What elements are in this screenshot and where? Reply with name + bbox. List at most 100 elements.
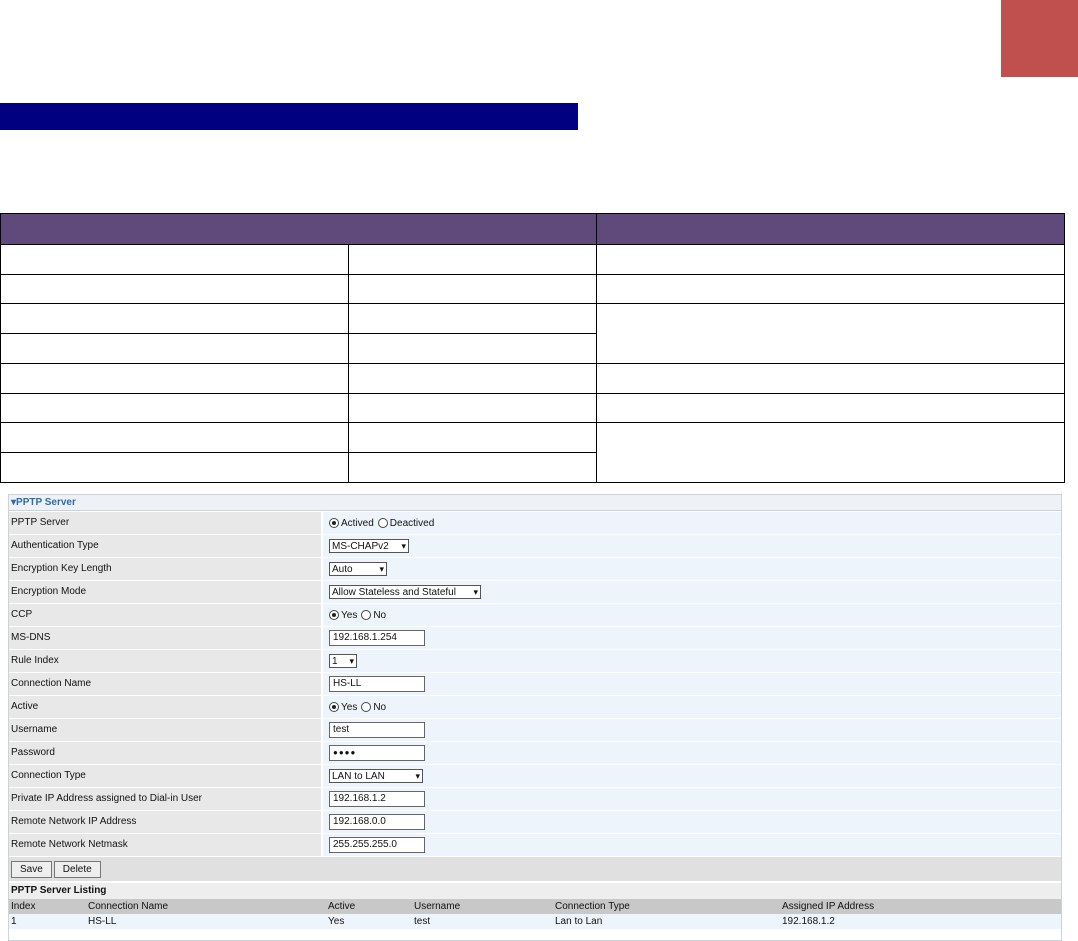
column-header: Connection Name (86, 899, 326, 914)
row-label: Username (9, 719, 321, 741)
username-input[interactable]: test (329, 722, 425, 738)
row-label: Active (9, 696, 321, 718)
form-row-encryption-key-length: Encryption Key Length Auto ▾ (9, 558, 1061, 580)
row-label: PPTP Server (9, 512, 321, 534)
form-row-username: Username test (9, 719, 1061, 741)
select-value: LAN to LAN (332, 770, 385, 782)
ccp-yes-radio[interactable] (329, 610, 339, 620)
form-row-encryption-mode: Encryption Mode Allow Stateless and Stat… (9, 581, 1061, 603)
password-input[interactable]: ●●●● (329, 745, 425, 761)
deactived-radio[interactable] (377, 518, 388, 528)
pptp-server-listing-table: Index Connection Name Active Username Co… (9, 899, 1061, 929)
row-value: 255.255.255.0 (323, 834, 1061, 856)
encryption-mode-select[interactable]: Allow Stateless and Stateful ▾ (329, 585, 481, 599)
column-header: Index (9, 899, 86, 914)
document-table-row (0, 422, 1065, 483)
form-row-pptp-server: PPTP Server Actived Deactived (9, 512, 1061, 534)
form-row-password: Password ●●●● (9, 742, 1061, 764)
document-table-row (0, 243, 1065, 275)
row-label: Encryption Key Length (9, 558, 321, 580)
row-value: 192.168.1.254 (323, 627, 1061, 649)
pptp-server-panel: ▾PPTP Server PPTP Server Actived Deactiv… (8, 494, 1062, 941)
select-value: 1 (332, 655, 338, 667)
select-value: Auto (332, 563, 353, 575)
active-yes-radio[interactable] (329, 702, 339, 712)
authentication-type-select[interactable]: MS-CHAPv2 ▾ (329, 539, 409, 553)
row-value: MS-CHAPv2 ▾ (323, 535, 1061, 557)
rule-index-select[interactable]: 1 ▾ (329, 654, 357, 668)
row-value: 192.168.1.2 (323, 788, 1061, 810)
private-ip-input[interactable]: 192.168.1.2 (329, 791, 425, 807)
row-label: Password (9, 742, 321, 764)
column-header: Assigned IP Address (780, 899, 1061, 914)
remote-network-ip-input[interactable]: 192.168.0.0 (329, 814, 425, 830)
form-row-ccp: CCP Yes No (9, 604, 1061, 626)
radio-label: Yes (341, 609, 358, 621)
row-value: Yes No (323, 604, 1061, 626)
document-table (0, 213, 1065, 483)
row-label: MS-DNS (9, 627, 321, 649)
row-value: LAN to LAN ▾ (323, 765, 1061, 787)
connection-type-select[interactable]: LAN to LAN ▾ (329, 769, 423, 783)
row-label: Authentication Type (9, 535, 321, 557)
document-table-row (0, 303, 1065, 364)
row-label: Remote Network Netmask (9, 834, 321, 856)
form-row-connection-type: Connection Type LAN to LAN ▾ (9, 765, 1061, 787)
page-corner-tab (1001, 0, 1078, 77)
table-cell: 1 (9, 914, 86, 929)
connection-name-input[interactable]: HS-LL (329, 676, 425, 692)
chevron-down-icon: ▾ (415, 770, 420, 781)
row-value: 1 ▾ (323, 650, 1061, 672)
row-value: 192.168.0.0 (323, 811, 1061, 833)
radio-label: Deactived (389, 517, 435, 529)
row-value: ●●●● (323, 742, 1061, 764)
row-label: Remote Network IP Address (9, 811, 321, 833)
row-value: Allow Stateless and Stateful ▾ (323, 581, 1061, 603)
ccp-no-radio[interactable] (361, 610, 372, 620)
radio-label: No (373, 701, 387, 713)
encryption-key-length-select[interactable]: Auto ▾ (329, 562, 387, 576)
table-cell: HS-LL (86, 914, 326, 929)
listing-title: PPTP Server Listing (9, 883, 1061, 899)
delete-button[interactable]: Delete (53, 860, 101, 878)
row-label: Private IP Address assigned to Dial-in U… (9, 788, 321, 810)
panel-title[interactable]: ▾PPTP Server (9, 495, 1061, 511)
form-row-ms-dns: MS-DNS 192.168.1.254 (9, 627, 1061, 649)
actived-radio[interactable] (329, 518, 339, 528)
radio-label: Yes (341, 701, 358, 713)
active-no-radio[interactable] (361, 702, 372, 712)
ms-dns-input[interactable]: 192.168.1.254 (329, 630, 425, 646)
table-cell: Lan to Lan (553, 914, 780, 929)
form-row-authentication-type: Authentication Type MS-CHAPv2 ▾ (9, 535, 1061, 557)
document-table-row (0, 273, 1065, 305)
table-cell: Yes (326, 914, 412, 929)
chevron-down-icon: ▾ (379, 563, 384, 574)
form-row-remote-network-ip: Remote Network IP Address 192.168.0.0 (9, 811, 1061, 833)
row-value: Yes No (323, 696, 1061, 718)
remote-network-netmask-input[interactable]: 255.255.255.0 (329, 837, 425, 853)
table-cell: 192.168.1.2 (780, 914, 1061, 929)
radio-label: No (373, 609, 387, 621)
select-value: MS-CHAPv2 (332, 540, 389, 552)
row-value: HS-LL (323, 673, 1061, 695)
form-row-connection-name: Connection Name HS-LL (9, 673, 1061, 695)
row-label: Rule Index (9, 650, 321, 672)
row-value: Actived Deactived (323, 512, 1061, 534)
row-label: CCP (9, 604, 321, 626)
column-header: Active (326, 899, 412, 914)
select-value: Allow Stateless and Stateful (332, 586, 456, 598)
table-cell: test (412, 914, 553, 929)
section-heading-bar (0, 103, 578, 130)
button-row: Save Delete (9, 857, 1061, 881)
form-row-remote-network-netmask: Remote Network Netmask 255.255.255.0 (9, 834, 1061, 856)
listing-header-row: Index Connection Name Active Username Co… (9, 899, 1061, 914)
row-value: Auto ▾ (323, 558, 1061, 580)
table-row[interactable]: 1 HS-LL Yes test Lan to Lan 192.168.1.2 (9, 914, 1061, 929)
chevron-down-icon: ▾ (473, 586, 478, 597)
row-label: Connection Name (9, 673, 321, 695)
save-button[interactable]: Save (11, 860, 52, 878)
row-label: Connection Type (9, 765, 321, 787)
column-header: Connection Type (553, 899, 780, 914)
document-table-row (0, 392, 1065, 424)
row-value: test (323, 719, 1061, 741)
